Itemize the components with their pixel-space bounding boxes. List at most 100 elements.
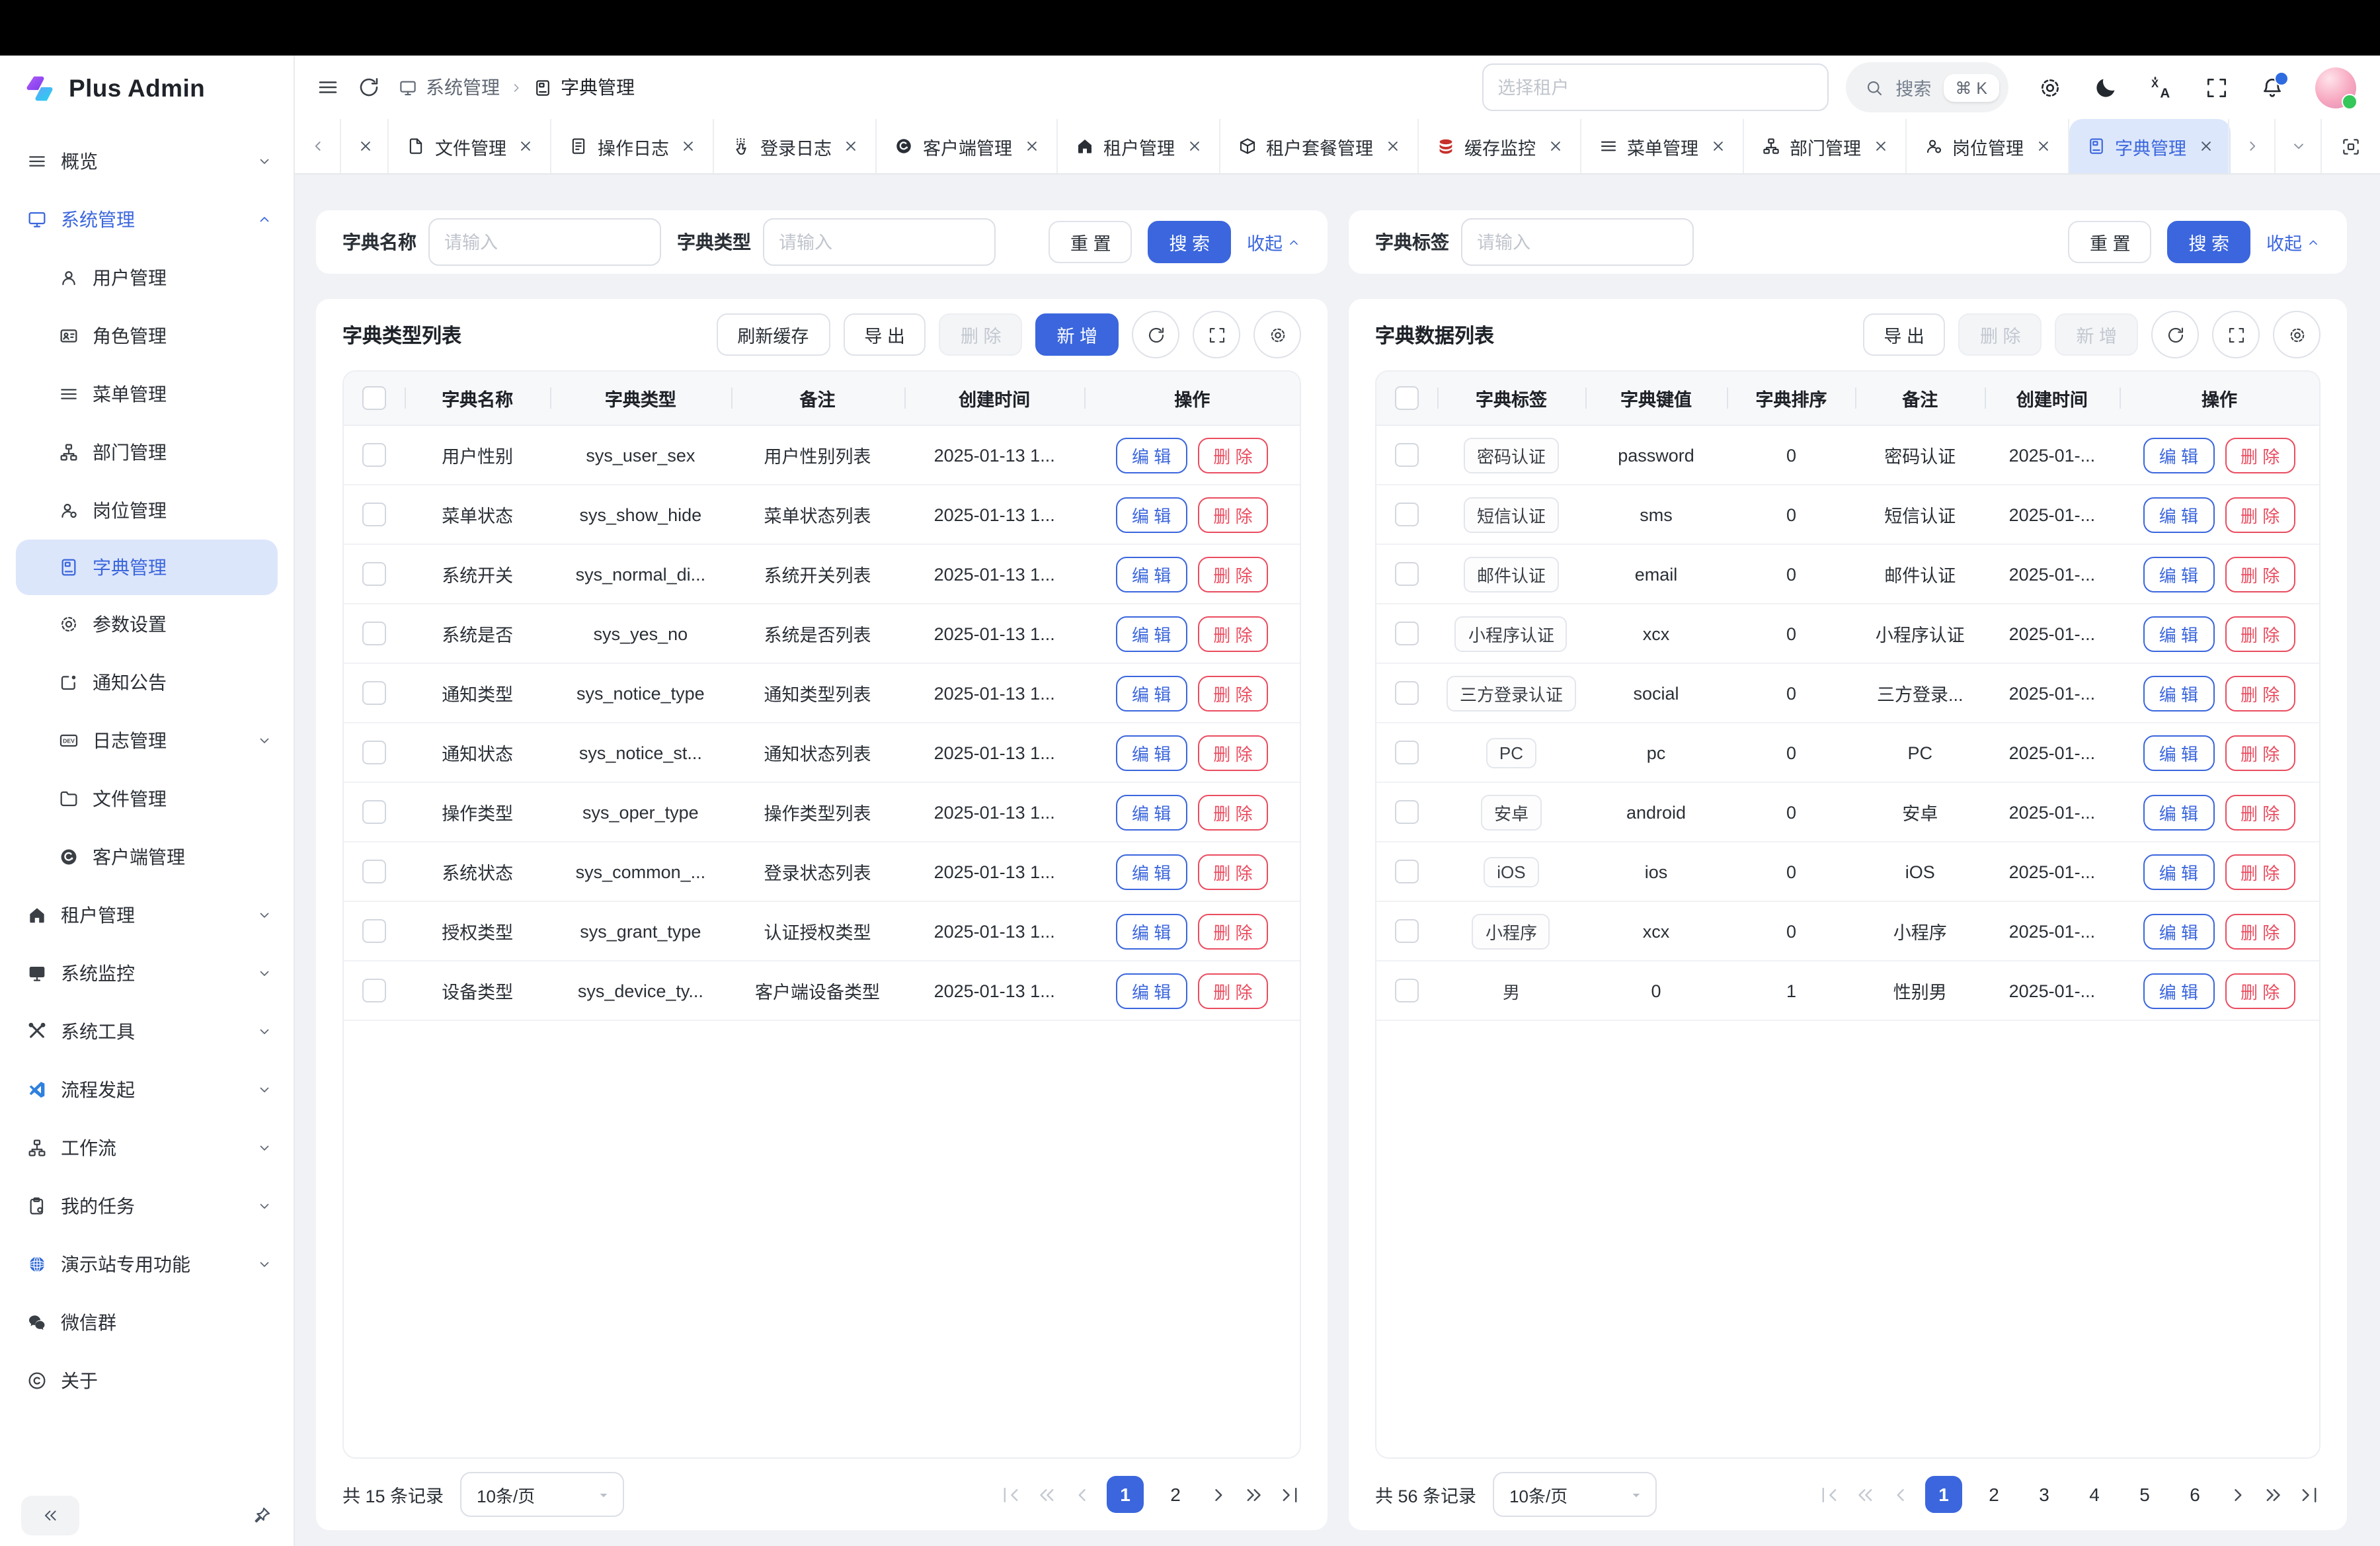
tab-close-icon[interactable]	[1024, 139, 1039, 153]
content-fullscreen-button[interactable]	[2320, 119, 2380, 173]
row-checkbox[interactable]	[1395, 800, 1419, 824]
edit-button[interactable]: 编 辑	[2143, 437, 2214, 473]
sidebar-item[interactable]: 用户管理	[0, 249, 294, 307]
expand-table-button[interactable]	[1193, 311, 1240, 358]
row-checkbox[interactable]	[1395, 741, 1419, 764]
edit-button[interactable]: 编 辑	[1116, 497, 1187, 532]
search-input[interactable]	[763, 218, 996, 266]
row-checkbox[interactable]	[362, 443, 386, 467]
delete-button[interactable]: 删 除	[2225, 913, 2295, 949]
delete-button[interactable]: 删 除	[2225, 794, 2295, 830]
sidebar-item[interactable]: 参数设置	[0, 595, 294, 653]
edit-button[interactable]: 编 辑	[1116, 556, 1187, 592]
page-number[interactable]: 2	[1157, 1476, 1194, 1513]
tab-close-icon[interactable]	[681, 139, 695, 153]
tab-close-icon[interactable]	[844, 139, 858, 153]
row-checkbox[interactable]	[1395, 860, 1419, 883]
tabs-scroll-right-button[interactable]	[2228, 119, 2274, 173]
tab[interactable]: 岗位管理	[1906, 119, 2069, 173]
tab-close-icon[interactable]	[358, 139, 373, 153]
breadcrumb-root[interactable]: 系统管理	[398, 74, 500, 101]
row-checkbox[interactable]	[1395, 979, 1419, 1002]
delete-button[interactable]: 删 除	[1197, 794, 1268, 830]
row-checkbox[interactable]	[362, 741, 386, 764]
next-pages-button[interactable]	[2262, 1483, 2285, 1506]
gear-icon[interactable]	[2038, 75, 2063, 100]
prev-page-button[interactable]	[1889, 1483, 1912, 1506]
edit-button[interactable]: 编 辑	[2143, 735, 2214, 770]
tabs-scroll-left-button[interactable]	[295, 119, 341, 173]
delete-button[interactable]: 删 除	[1197, 973, 1268, 1008]
row-checkbox[interactable]	[362, 979, 386, 1002]
row-checkbox[interactable]	[362, 562, 386, 586]
sidebar-item[interactable]: 文件管理	[0, 770, 294, 828]
page-number[interactable]: 1	[1925, 1476, 1962, 1513]
reset-button[interactable]: 重 置	[1049, 221, 1132, 263]
tab[interactable]: 文件管理	[389, 119, 551, 173]
tab[interactable]: 缓存监控	[1418, 119, 1581, 173]
row-checkbox[interactable]	[362, 503, 386, 526]
delete-button[interactable]: 删 除	[2225, 616, 2295, 651]
edit-button[interactable]: 编 辑	[2143, 675, 2214, 711]
sidebar-item[interactable]: 部门管理	[0, 423, 294, 481]
delete-button[interactable]: 删 除	[1197, 437, 1268, 473]
refresh-table-button[interactable]	[1132, 311, 1179, 358]
row-checkbox[interactable]	[362, 919, 386, 943]
tenant-select[interactable]	[1482, 63, 1828, 111]
edit-button[interactable]: 编 辑	[1116, 437, 1187, 473]
row-checkbox[interactable]	[1395, 622, 1419, 645]
delete-button[interactable]: 删 除	[1197, 556, 1268, 592]
row-checkbox[interactable]	[1395, 681, 1419, 705]
row-checkbox[interactable]	[1395, 562, 1419, 586]
delete-button[interactable]: 删 除	[2225, 556, 2295, 592]
tab-close-icon[interactable]	[2036, 139, 2050, 153]
toolbar-button[interactable]: 删 除	[939, 313, 1023, 356]
tab-close-icon[interactable]	[518, 139, 533, 153]
delete-button[interactable]: 删 除	[2225, 437, 2295, 473]
edit-button[interactable]: 编 辑	[2143, 794, 2214, 830]
next-page-button[interactable]	[2227, 1483, 2249, 1506]
tab[interactable]: 租户管理	[1057, 119, 1220, 173]
delete-button[interactable]: 删 除	[1197, 675, 1268, 711]
sidebar-item[interactable]: 客户端管理	[0, 828, 294, 886]
row-checkbox[interactable]	[362, 800, 386, 824]
sidebar-item[interactable]: 微信群	[0, 1293, 294, 1352]
tab[interactable]: 登录日志	[714, 119, 877, 173]
sidebar-item[interactable]: 通知公告	[0, 653, 294, 712]
edit-button[interactable]: 编 辑	[1116, 794, 1187, 830]
toolbar-button[interactable]: 导 出	[1862, 313, 1946, 356]
delete-button[interactable]: 删 除	[1197, 497, 1268, 532]
page-size-select[interactable]: 10条/页	[459, 1472, 623, 1517]
tab-close-icon[interactable]	[1548, 139, 1562, 153]
sidebar-item[interactable]: 系统监控	[0, 944, 294, 1002]
notifications-button[interactable]	[2260, 75, 2285, 100]
expand-table-button[interactable]	[2212, 311, 2260, 358]
edit-button[interactable]: 编 辑	[2143, 854, 2214, 889]
page-number[interactable]: 4	[2076, 1476, 2113, 1513]
sidebar-item[interactable]: 我的任务	[0, 1177, 294, 1235]
avatar[interactable]	[2315, 67, 2356, 108]
sidebar-item[interactable]: 岗位管理	[0, 481, 294, 540]
tab[interactable]	[341, 119, 389, 173]
delete-button[interactable]: 删 除	[2225, 497, 2295, 532]
tab-close-icon[interactable]	[1187, 139, 1201, 153]
translate-icon[interactable]: XA	[2149, 75, 2174, 100]
edit-button[interactable]: 编 辑	[2143, 497, 2214, 532]
toolbar-button[interactable]: 刷新缓存	[716, 313, 830, 356]
edit-button[interactable]: 编 辑	[2143, 556, 2214, 592]
page-size-select[interactable]: 10条/页	[1492, 1472, 1656, 1517]
table-settings-button[interactable]	[2273, 311, 2320, 358]
edit-button[interactable]: 编 辑	[1116, 854, 1187, 889]
last-page-button[interactable]	[2298, 1483, 2320, 1506]
delete-button[interactable]: 删 除	[1197, 913, 1268, 949]
sidebar-item[interactable]: DEV 日志管理	[0, 712, 294, 770]
global-search-button[interactable]: 搜索 ⌘ K	[1845, 62, 2008, 112]
sidebar-collapse-button[interactable]	[21, 1496, 79, 1535]
select-all-checkbox[interactable]	[1395, 386, 1419, 410]
row-checkbox[interactable]	[1395, 443, 1419, 467]
sidebar-item[interactable]: 流程发起	[0, 1061, 294, 1119]
tab[interactable]: 客户端管理	[877, 119, 1057, 173]
search-button[interactable]: 搜 索	[1148, 221, 1231, 263]
edit-button[interactable]: 编 辑	[2143, 616, 2214, 651]
sidebar-item[interactable]: 系统工具	[0, 1002, 294, 1061]
